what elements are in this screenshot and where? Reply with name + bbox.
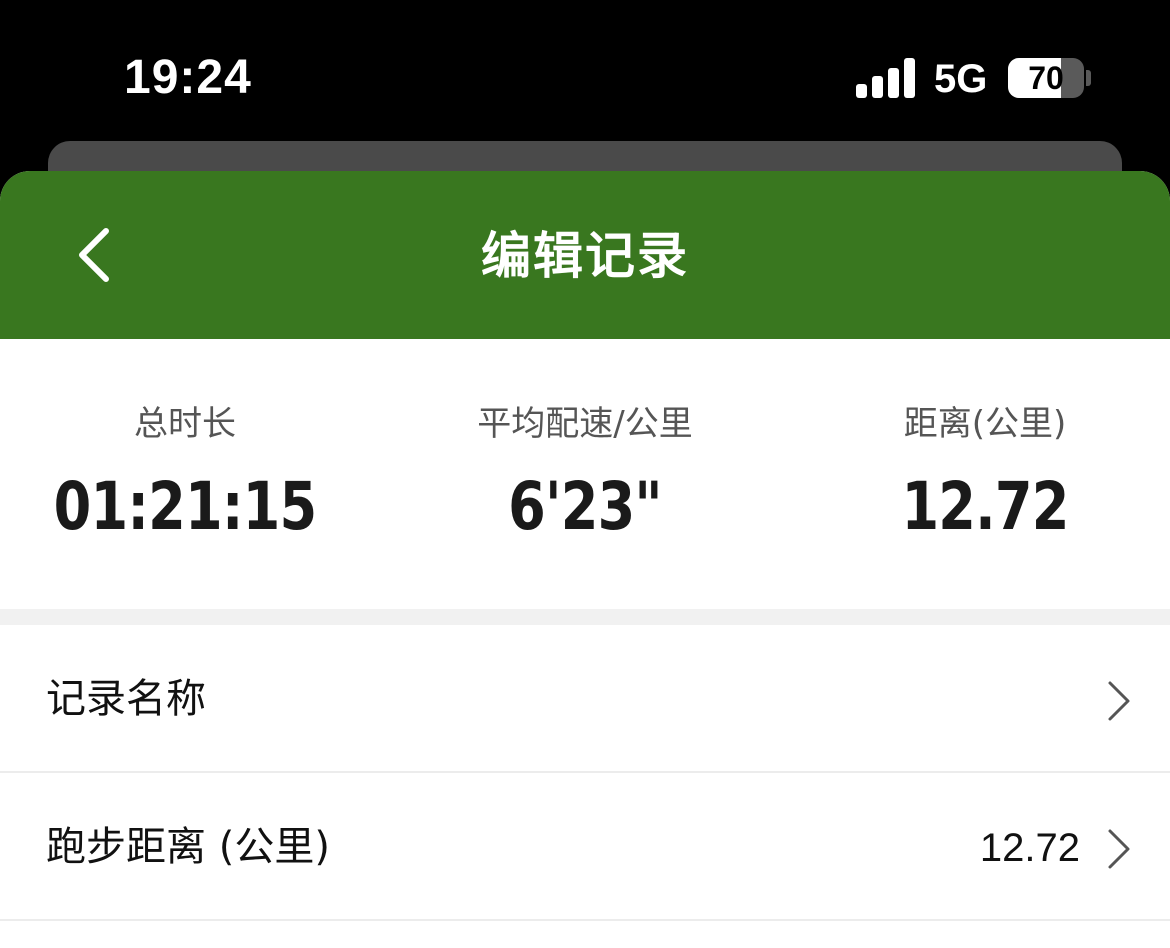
stat-value: 6'23" xyxy=(508,468,662,545)
network-type: 5G xyxy=(934,57,988,101)
row-label: 跑步距离 (公里) xyxy=(46,824,330,870)
row-label: 记录名称 xyxy=(46,676,206,722)
row-value: 12.72 xyxy=(979,826,1080,870)
stat-distance: 距离(公里) 12.72 xyxy=(790,399,1170,545)
chevron-right-icon xyxy=(1108,681,1130,721)
status-bar: 19:24 5G 70 xyxy=(0,0,1170,150)
battery-level: 70 xyxy=(1028,60,1064,96)
battery-tip xyxy=(1086,70,1091,86)
section-divider xyxy=(0,609,1170,625)
stat-label: 距离(公里) xyxy=(903,404,1067,444)
stats-panel: 总时长 01:21:15 平均配速/公里 6'23" 距离(公里) 12.72 xyxy=(0,339,1170,609)
edit-record-sheet: 编辑记录 总时长 01:21:15 平均配速/公里 6'23" 距离(公里) 1… xyxy=(0,171,1170,948)
stat-value: 01:21:15 xyxy=(53,468,317,545)
row-record-name[interactable]: 记录名称 xyxy=(0,625,1170,773)
battery-icon: 70 xyxy=(1008,58,1084,98)
row-divider xyxy=(0,919,1170,921)
stat-label: 平均配速/公里 xyxy=(477,404,693,444)
stat-pace: 平均配速/公里 6'23" xyxy=(390,399,780,545)
chevron-right-icon xyxy=(1108,829,1130,869)
stat-value: 12.72 xyxy=(901,468,1069,545)
nav-bar: 编辑记录 xyxy=(0,171,1170,339)
screen: 19:24 5G 70 编辑记录 总时长 01:21:15 平均配速/公里 6'… xyxy=(0,0,1170,948)
signal-icon xyxy=(856,58,916,98)
page-title: 编辑记录 xyxy=(481,227,689,285)
row-run-distance[interactable]: 跑步距离 (公里) 12.72 xyxy=(0,773,1170,921)
stat-duration: 总时长 01:21:15 xyxy=(0,399,380,545)
status-time: 19:24 xyxy=(124,51,252,104)
stat-label: 总时长 xyxy=(134,404,236,444)
